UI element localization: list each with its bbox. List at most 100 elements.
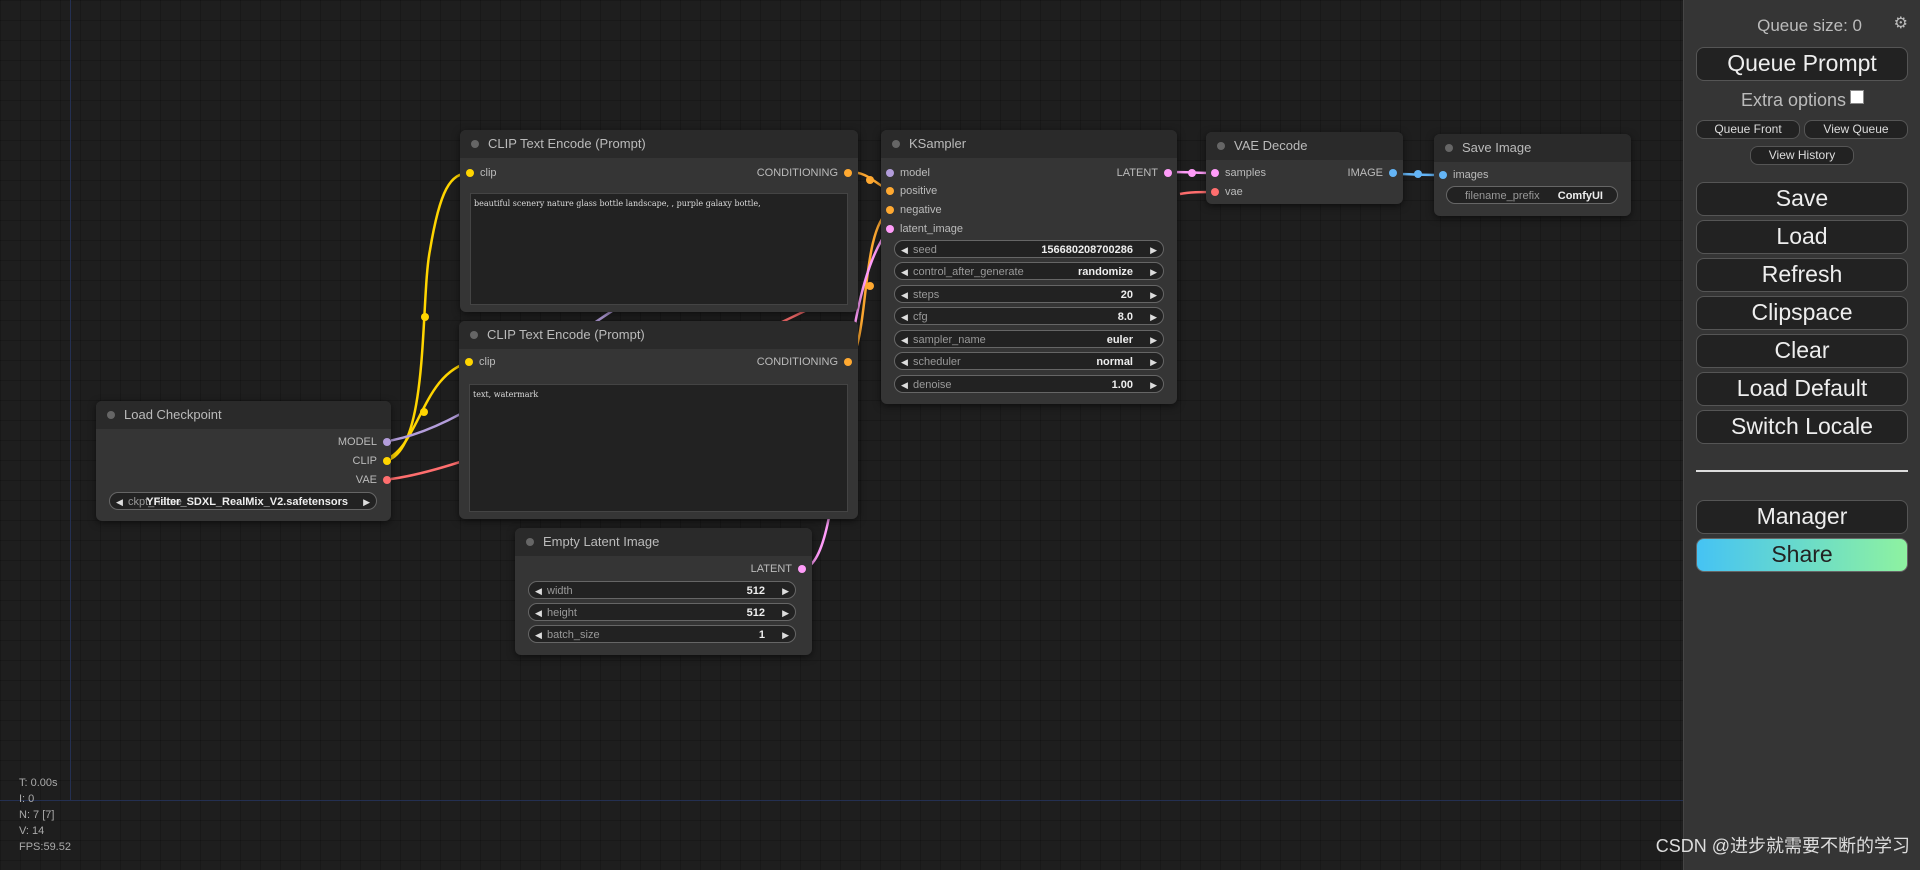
node-load-checkpoint[interactable]: Load Checkpoint MODEL CLIP VAE ◀ ckpt_na… xyxy=(96,401,391,521)
output-model[interactable]: MODEL xyxy=(338,435,391,449)
node-save-image[interactable]: Save Image images filename_prefix ComfyU… xyxy=(1434,134,1631,216)
arrow-right-icon[interactable]: ▶ xyxy=(1150,353,1157,371)
input-dot-icon[interactable] xyxy=(886,169,894,177)
output-vae[interactable]: VAE xyxy=(356,473,391,487)
node-empty-latent-image[interactable]: Empty Latent Image LATENT ◀ width 512 ▶ … xyxy=(515,528,812,655)
queue-front-button[interactable]: Queue Front xyxy=(1696,120,1800,139)
arrow-right-icon[interactable]: ▶ xyxy=(363,493,370,511)
output-dot-icon[interactable] xyxy=(1389,169,1397,177)
output-clip[interactable]: CLIP xyxy=(353,454,391,468)
output-dot-icon[interactable] xyxy=(798,565,806,573)
refresh-button[interactable]: Refresh xyxy=(1696,258,1908,292)
node-title[interactable]: CLIP Text Encode (Prompt) xyxy=(459,321,858,349)
arrow-right-icon[interactable]: ▶ xyxy=(1150,308,1157,326)
output-latent[interactable]: LATENT xyxy=(1117,166,1172,180)
clipspace-button[interactable]: Clipspace xyxy=(1696,296,1908,330)
output-dot-icon[interactable] xyxy=(383,438,391,446)
input-clip[interactable]: clip xyxy=(465,355,496,369)
arrow-left-icon[interactable]: ◀ xyxy=(901,376,908,394)
arrow-right-icon[interactable]: ▶ xyxy=(1150,376,1157,394)
node-canvas[interactable]: Load Checkpoint MODEL CLIP VAE ◀ ckpt_na… xyxy=(0,0,1683,870)
input-dot-icon[interactable] xyxy=(886,187,894,195)
prompt-textarea[interactable]: beautiful scenery nature glass bottle la… xyxy=(470,193,848,305)
steps-widget[interactable]: ◀ steps 20 ▶ xyxy=(894,285,1164,303)
node-title[interactable]: Load Checkpoint xyxy=(96,401,391,429)
output-conditioning[interactable]: CONDITIONING xyxy=(757,355,852,369)
input-dot-icon[interactable] xyxy=(886,206,894,214)
arrow-left-icon[interactable]: ◀ xyxy=(116,493,123,511)
prompt-textarea[interactable]: text, watermark xyxy=(469,384,848,512)
cfg-widget[interactable]: ◀ cfg 8.0 ▶ xyxy=(894,307,1164,325)
input-latent-image[interactable]: latent_image xyxy=(886,222,963,236)
control-after-generate-widget[interactable]: ◀ control_after_generate randomize ▶ xyxy=(894,262,1164,280)
gear-icon[interactable]: ⚙ xyxy=(1894,13,1908,33)
collapse-dot-icon[interactable] xyxy=(471,140,479,148)
input-dot-icon[interactable] xyxy=(1211,188,1219,196)
output-dot-icon[interactable] xyxy=(844,358,852,366)
node-title[interactable]: VAE Decode xyxy=(1206,132,1403,160)
view-queue-button[interactable]: View Queue xyxy=(1804,120,1908,139)
arrow-left-icon[interactable]: ◀ xyxy=(901,353,908,371)
arrow-right-icon[interactable]: ▶ xyxy=(782,626,789,644)
arrow-left-icon[interactable]: ◀ xyxy=(901,308,908,326)
input-clip[interactable]: clip xyxy=(466,166,497,180)
load-default-button[interactable]: Load Default xyxy=(1696,372,1908,406)
arrow-left-icon[interactable]: ◀ xyxy=(535,582,542,600)
output-image[interactable]: IMAGE xyxy=(1348,166,1397,180)
node-vae-decode[interactable]: VAE Decode samples vae IMAGE xyxy=(1206,132,1403,204)
arrow-left-icon[interactable]: ◀ xyxy=(901,331,908,349)
load-button[interactable]: Load xyxy=(1696,220,1908,254)
arrow-right-icon[interactable]: ▶ xyxy=(782,582,789,600)
arrow-left-icon[interactable]: ◀ xyxy=(901,263,908,281)
extra-options[interactable]: Extra options xyxy=(1684,90,1920,111)
node-title[interactable]: Save Image xyxy=(1434,134,1631,162)
filename-prefix-widget[interactable]: filename_prefix ComfyUI xyxy=(1446,186,1618,204)
collapse-dot-icon[interactable] xyxy=(470,331,478,339)
input-dot-icon[interactable] xyxy=(465,358,473,366)
clear-button[interactable]: Clear xyxy=(1696,334,1908,368)
node-title[interactable]: Empty Latent Image xyxy=(515,528,812,556)
arrow-left-icon[interactable]: ◀ xyxy=(535,604,542,622)
node-title[interactable]: CLIP Text Encode (Prompt) xyxy=(460,130,858,158)
manager-button[interactable]: Manager xyxy=(1696,500,1908,534)
sampler-name-widget[interactable]: ◀ sampler_name euler ▶ xyxy=(894,330,1164,348)
input-dot-icon[interactable] xyxy=(886,225,894,233)
node-clip-text-encode-positive[interactable]: CLIP Text Encode (Prompt) clip CONDITION… xyxy=(460,130,858,312)
collapse-dot-icon[interactable] xyxy=(892,140,900,148)
arrow-left-icon[interactable]: ◀ xyxy=(901,286,908,304)
arrow-right-icon[interactable]: ▶ xyxy=(1150,286,1157,304)
save-button[interactable]: Save xyxy=(1696,182,1908,216)
arrow-right-icon[interactable]: ▶ xyxy=(1150,263,1157,281)
arrow-left-icon[interactable]: ◀ xyxy=(901,241,908,259)
input-vae[interactable]: vae xyxy=(1211,185,1243,199)
input-model[interactable]: model xyxy=(886,166,930,180)
input-negative[interactable]: negative xyxy=(886,203,942,217)
width-widget[interactable]: ◀ width 512 ▶ xyxy=(528,581,796,599)
node-clip-text-encode-negative[interactable]: CLIP Text Encode (Prompt) clip CONDITION… xyxy=(459,321,858,519)
output-dot-icon[interactable] xyxy=(844,169,852,177)
share-button[interactable]: Share xyxy=(1696,538,1908,572)
arrow-right-icon[interactable]: ▶ xyxy=(782,604,789,622)
input-dot-icon[interactable] xyxy=(1211,169,1219,177)
arrow-left-icon[interactable]: ◀ xyxy=(535,626,542,644)
input-dot-icon[interactable] xyxy=(466,169,474,177)
input-dot-icon[interactable] xyxy=(1439,171,1447,179)
input-samples[interactable]: samples xyxy=(1211,166,1266,180)
batch-size-widget[interactable]: ◀ batch_size 1 ▶ xyxy=(528,625,796,643)
output-dot-icon[interactable] xyxy=(383,457,391,465)
scheduler-widget[interactable]: ◀ scheduler normal ▶ xyxy=(894,352,1164,370)
input-images[interactable]: images xyxy=(1439,168,1488,182)
output-latent[interactable]: LATENT xyxy=(751,562,806,576)
switch-locale-button[interactable]: Switch Locale xyxy=(1696,410,1908,444)
arrow-right-icon[interactable]: ▶ xyxy=(1150,331,1157,349)
queue-prompt-button[interactable]: Queue Prompt xyxy=(1696,47,1908,81)
input-positive[interactable]: positive xyxy=(886,184,937,198)
collapse-dot-icon[interactable] xyxy=(526,538,534,546)
denoise-widget[interactable]: ◀ denoise 1.00 ▶ xyxy=(894,375,1164,393)
output-conditioning[interactable]: CONDITIONING xyxy=(757,166,852,180)
extra-options-checkbox[interactable] xyxy=(1850,90,1865,104)
collapse-dot-icon[interactable] xyxy=(1217,142,1225,150)
output-dot-icon[interactable] xyxy=(1164,169,1172,177)
arrow-right-icon[interactable]: ▶ xyxy=(1150,241,1157,259)
output-dot-icon[interactable] xyxy=(383,476,391,484)
